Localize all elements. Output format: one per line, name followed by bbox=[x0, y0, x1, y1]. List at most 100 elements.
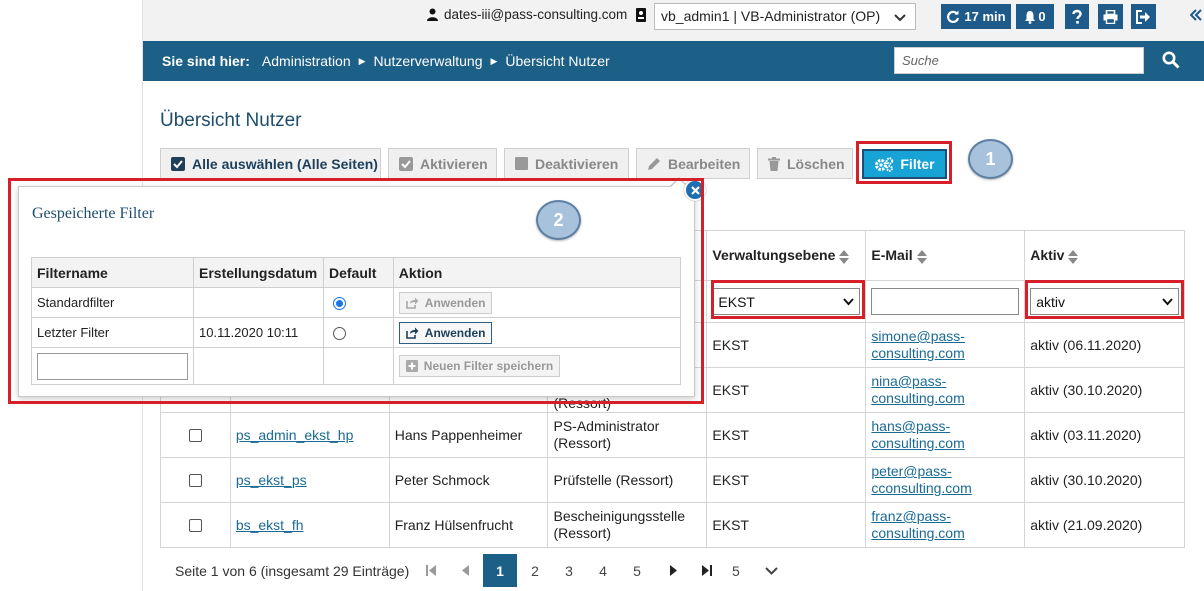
page-button-2[interactable]: 2 bbox=[524, 554, 546, 587]
page-button-4[interactable]: 4 bbox=[592, 554, 614, 587]
deactivate-label: Deaktivieren bbox=[535, 155, 619, 172]
saved-filter-default-cell bbox=[322, 287, 394, 318]
page-button-5[interactable]: 5 bbox=[626, 554, 648, 587]
delete-button[interactable]: Löschen bbox=[757, 148, 853, 179]
share-icon bbox=[405, 327, 419, 339]
new-filter-empty-cell bbox=[193, 347, 324, 385]
save-new-filter-button[interactable]: Neuen Filter speichern bbox=[398, 355, 561, 377]
email-link[interactable]: franz@pass-consulting.com bbox=[871, 508, 964, 541]
apply-filter-label: Anwenden bbox=[424, 295, 486, 310]
close-popup-button[interactable] bbox=[684, 179, 706, 201]
session-timer-button[interactable]: 17 min bbox=[941, 4, 1011, 29]
row-checkbox-cell bbox=[160, 412, 231, 458]
username-link[interactable]: bs_ekst_fh bbox=[236, 517, 304, 533]
id-card-icon bbox=[636, 8, 646, 22]
email-cell: peter@pass-cconsulting.com bbox=[865, 457, 1026, 503]
page-button-3[interactable]: 3 bbox=[558, 554, 580, 587]
row-checkbox-cell bbox=[160, 502, 231, 548]
step-marker-1: 1 bbox=[968, 139, 1013, 179]
default-radio[interactable] bbox=[332, 297, 346, 311]
gears-icon bbox=[875, 156, 894, 172]
aktiv-filter-select[interactable]: aktiv bbox=[1030, 288, 1179, 315]
email-filter-input[interactable] bbox=[871, 288, 1020, 315]
new-filter-action-cell: Neuen Filter speichern bbox=[392, 347, 682, 385]
email-link[interactable]: simone@pass-consulting.com bbox=[871, 328, 965, 361]
email-link[interactable]: peter@pass-cconsulting.com bbox=[871, 463, 971, 496]
new-filter-empty-cell bbox=[322, 347, 394, 385]
breadcrumb: Sie sind hier: Administration ▶ Nutzerve… bbox=[162, 53, 610, 69]
row-checkbox[interactable] bbox=[188, 519, 202, 533]
verwaltungsebene-filter-select[interactable]: EKST bbox=[712, 288, 861, 315]
page-title: Übersicht Nutzer bbox=[160, 110, 302, 131]
page-button-1[interactable]: 1 bbox=[483, 554, 517, 587]
username-link[interactable]: ps_admin_ekst_hp bbox=[236, 427, 354, 443]
deactivate-button[interactable]: Deaktivieren bbox=[504, 148, 629, 179]
breadcrumb-item-nutzerverwaltung[interactable]: Nutzerverwaltung bbox=[374, 53, 483, 69]
row-checkbox[interactable] bbox=[188, 429, 202, 443]
saved-filters-title: Gespeicherte Filter bbox=[32, 205, 155, 222]
logout-button[interactable] bbox=[1131, 4, 1156, 29]
next-page-button[interactable] bbox=[662, 554, 684, 587]
filter-label: Filter bbox=[900, 156, 935, 172]
new-filter-name-cell bbox=[31, 347, 194, 385]
search-icon[interactable] bbox=[1162, 51, 1180, 69]
user-info: dates-iii@pass-consulting.com bbox=[427, 7, 627, 22]
page-size-select[interactable]: 5 bbox=[730, 554, 780, 587]
header-email-label: E-Mail bbox=[871, 247, 913, 264]
first-page-icon bbox=[426, 565, 436, 576]
previous-page-button[interactable] bbox=[454, 554, 476, 587]
sort-icon bbox=[1068, 249, 1079, 264]
header-email[interactable]: E-Mail bbox=[865, 230, 1026, 281]
notifications-button[interactable]: 0 bbox=[1016, 4, 1054, 29]
page-size-value: 5 bbox=[732, 562, 740, 579]
active-cell: aktiv (30.10.2020) bbox=[1024, 367, 1185, 413]
level-cell: EKST bbox=[706, 412, 867, 458]
email-cell: hans@pass-consulting.com bbox=[865, 412, 1026, 458]
apply-filter-button[interactable]: Anwenden bbox=[398, 321, 493, 344]
email-link-part: franz@pass- bbox=[871, 508, 951, 524]
activate-button[interactable]: Aktivieren bbox=[388, 148, 497, 179]
last-page-icon bbox=[702, 565, 712, 576]
email-link[interactable]: hans@pass-consulting.com bbox=[871, 418, 964, 451]
sort-icon bbox=[916, 249, 927, 264]
filter-email-cell bbox=[865, 280, 1026, 323]
filter-aktiv-cell: aktiv bbox=[1024, 280, 1185, 323]
select-all-button[interactable]: Alle auswählen (Alle Seiten) bbox=[160, 148, 381, 179]
breadcrumb-item-administration[interactable]: Administration bbox=[262, 53, 351, 69]
help-button[interactable] bbox=[1065, 4, 1089, 29]
saved-filters-header-date: Erstellungsdatum bbox=[193, 257, 324, 288]
name-cell: Hans Pappenheimer bbox=[388, 412, 549, 458]
filter-button[interactable]: Filter bbox=[862, 149, 947, 179]
row-checkbox[interactable] bbox=[188, 474, 202, 488]
default-radio[interactable] bbox=[332, 327, 346, 341]
new-filter-name-input[interactable] bbox=[37, 352, 188, 380]
role-text: (Ressort) bbox=[553, 395, 612, 411]
apply-filter-button[interactable]: Anwenden bbox=[398, 291, 493, 314]
email-link-part: consulting.com bbox=[871, 390, 965, 406]
first-page-button[interactable] bbox=[420, 554, 442, 587]
email-link-part: peter@pass- bbox=[871, 463, 952, 479]
header-aktiv[interactable]: Aktiv bbox=[1024, 230, 1185, 281]
edit-button[interactable]: Bearbeiten bbox=[636, 148, 750, 179]
plus-square-icon bbox=[405, 360, 418, 372]
checkbox-checked-icon bbox=[171, 156, 185, 171]
header-verwaltungsebene[interactable]: Verwaltungsebene bbox=[706, 230, 867, 281]
username-link[interactable]: ps_ekst_ps bbox=[236, 472, 307, 488]
email-cell: simone@pass-consulting.com bbox=[865, 322, 1026, 368]
search-input[interactable]: Suche bbox=[894, 47, 1144, 74]
collapse-panel-button[interactable] bbox=[1189, 5, 1202, 26]
top-bar: dates-iii@pass-consulting.com vb_admin1 … bbox=[143, 0, 1204, 41]
user-icon bbox=[427, 8, 438, 21]
table-row: ps_ekst_ps Peter Schmock Prüfstelle (Res… bbox=[160, 457, 1185, 503]
print-button[interactable] bbox=[1098, 4, 1123, 29]
email-cell: nina@pass-consulting.com bbox=[865, 367, 1026, 413]
next-page-icon bbox=[669, 565, 677, 576]
role-select[interactable]: vb_admin1 | VB-Administrator (OP) bbox=[654, 3, 916, 30]
email-link[interactable]: nina@pass-consulting.com bbox=[871, 373, 964, 406]
active-cell: aktiv (03.11.2020) bbox=[1024, 412, 1185, 458]
email-link-part: consulting.com bbox=[871, 525, 965, 541]
breadcrumb-bar: Sie sind hier: Administration ▶ Nutzerve… bbox=[143, 41, 1204, 81]
last-page-button[interactable] bbox=[696, 554, 718, 587]
bell-icon bbox=[1025, 10, 1036, 24]
role-cell: Prüfstelle (Ressort) bbox=[547, 457, 708, 503]
